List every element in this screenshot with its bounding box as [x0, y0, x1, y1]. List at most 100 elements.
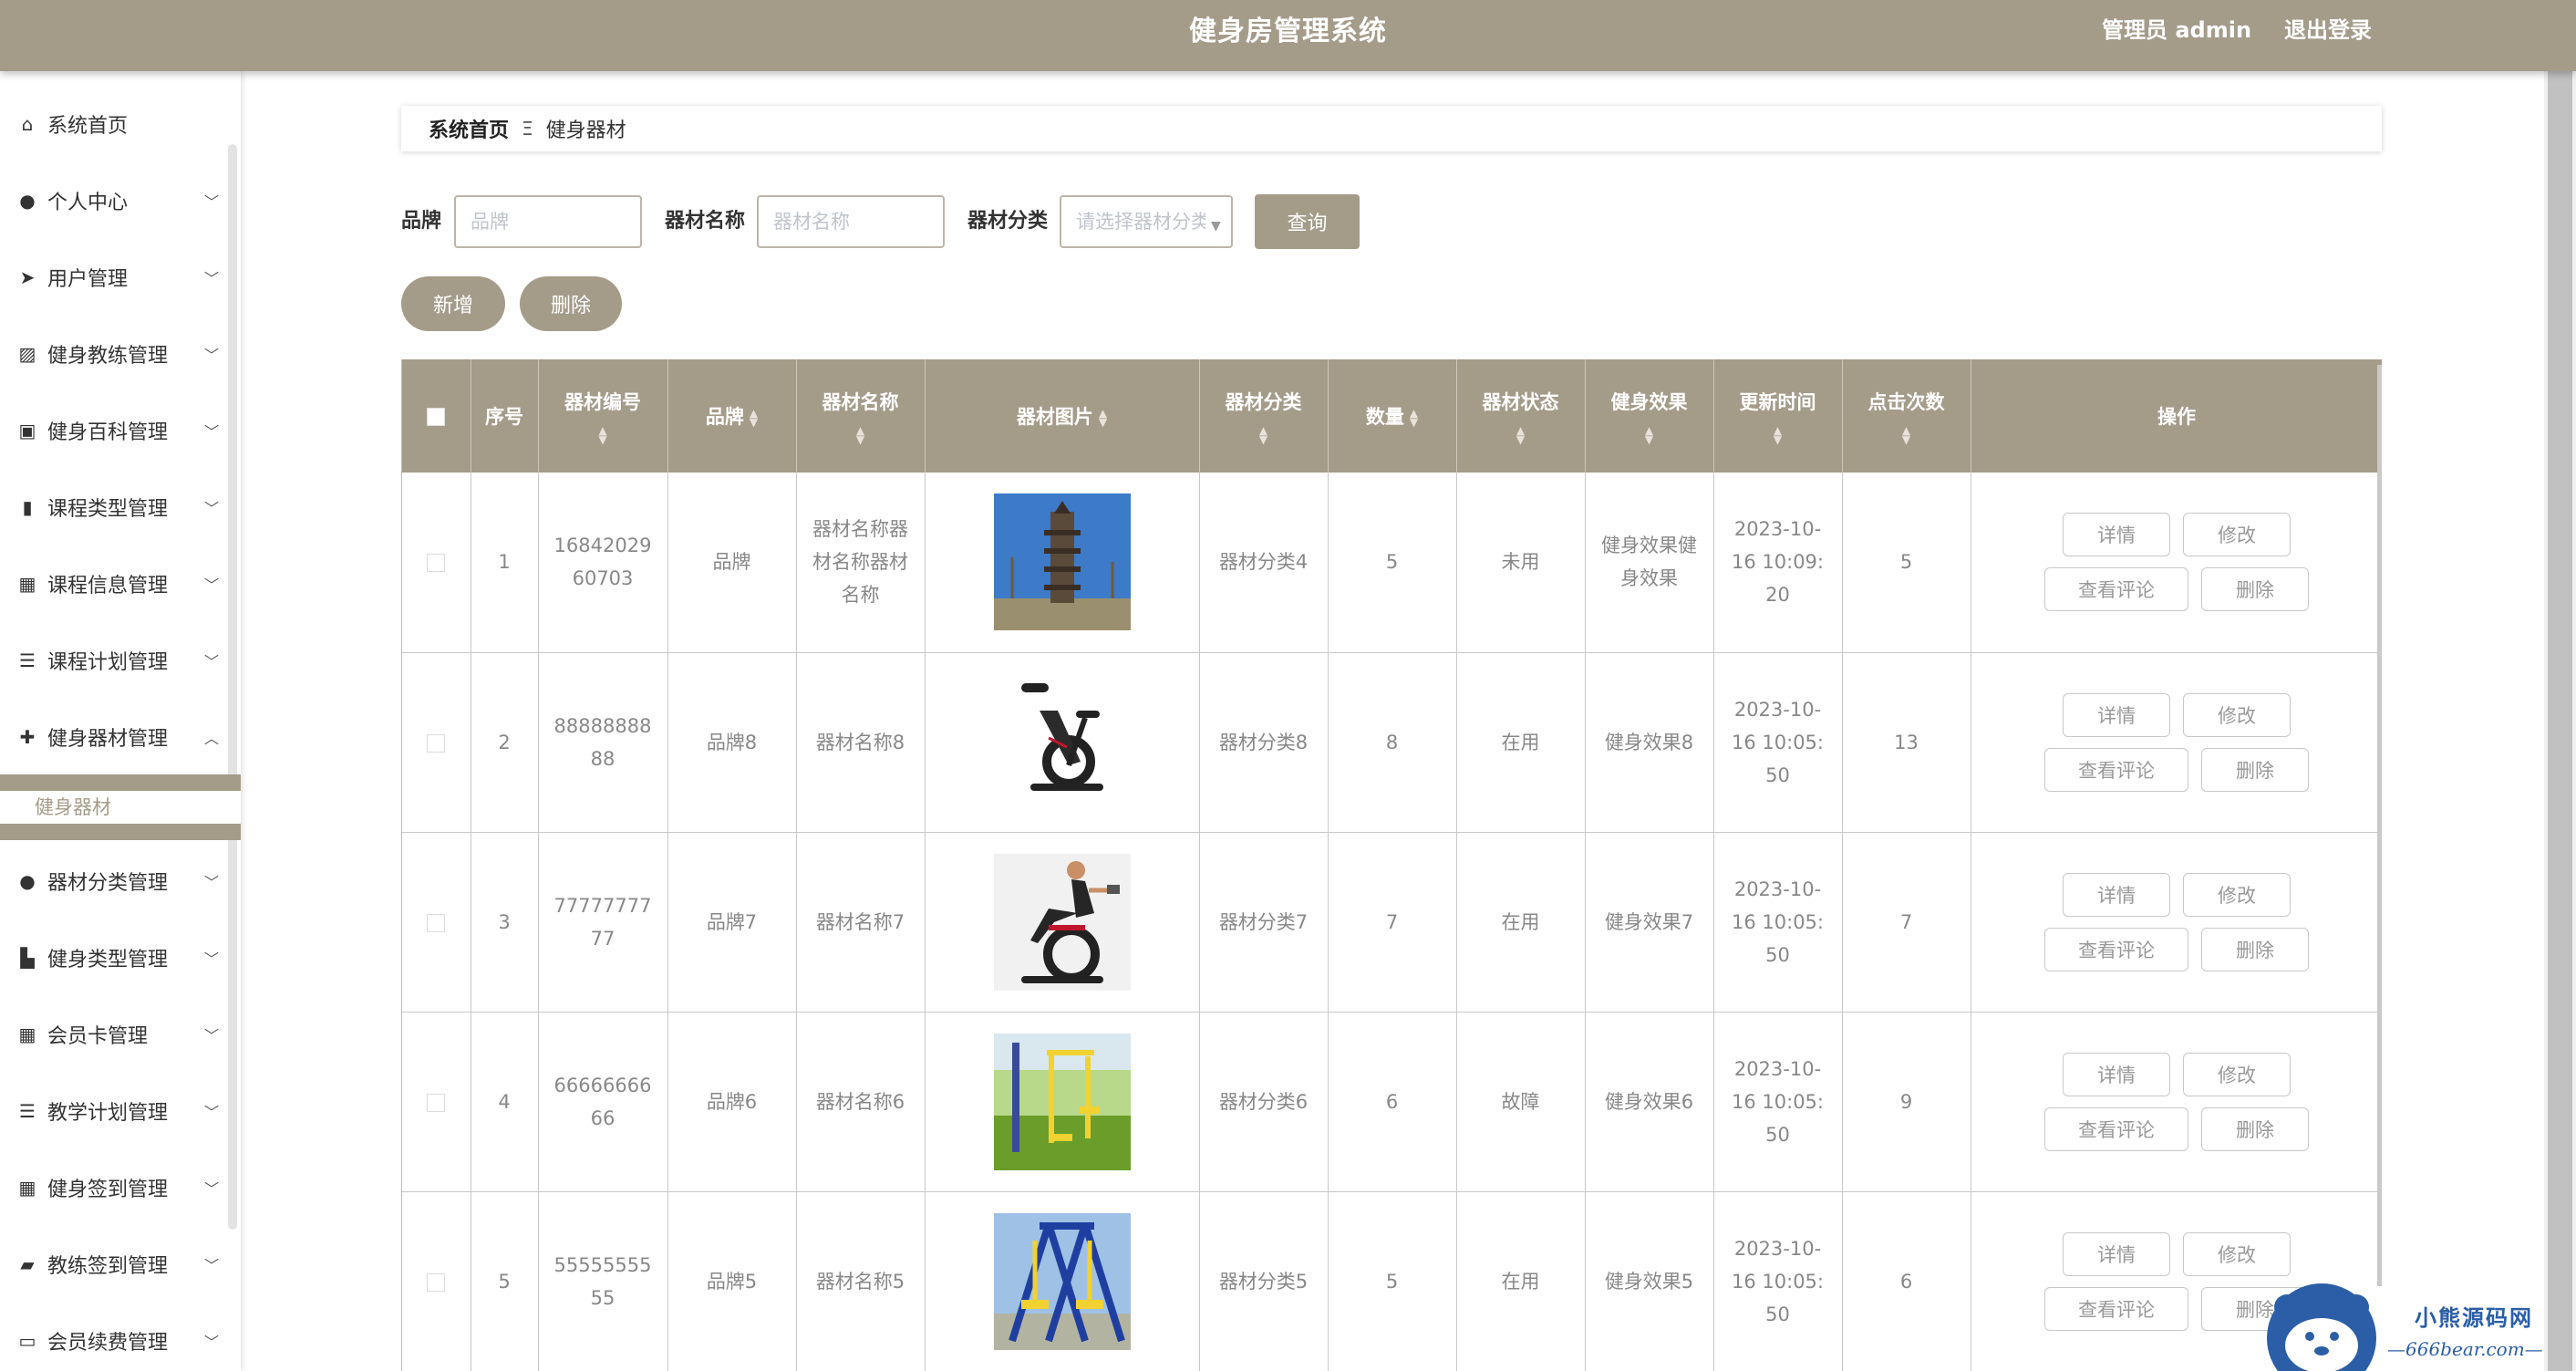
- sidebar-item-6[interactable]: ▮ 课程类型管理 ﹀: [0, 480, 228, 535]
- sidebar-item-label: 器材分类管理: [47, 872, 169, 895]
- sidebar-item-13[interactable]: ☰ 教学计划管理 ﹀: [0, 1084, 228, 1138]
- sort-icon[interactable]: ▲ ▼: [1410, 408, 1418, 428]
- edit-button[interactable]: 修改: [2183, 872, 2291, 917]
- cell-code: 8888888888: [538, 652, 668, 833]
- col-header[interactable]: 点击次数 ▲ ▼: [1842, 359, 1971, 473]
- cell-click-count: 9: [1842, 1012, 1971, 1192]
- col-header[interactable]: 数量 ▲ ▼: [1328, 359, 1457, 473]
- sort-icon[interactable]: ▲ ▼: [1457, 425, 1585, 445]
- detail-button[interactable]: 详情: [2063, 1231, 2170, 1276]
- edit-button[interactable]: 修改: [2183, 513, 2291, 557]
- row-delete-button[interactable]: 删除: [2201, 1106, 2309, 1151]
- sort-icon[interactable]: ▲ ▼: [1586, 425, 1713, 445]
- sidebar-item-4[interactable]: ▨ 健身教练管理 ﹀: [0, 327, 228, 381]
- chevron-down-icon: ﹀: [204, 347, 220, 364]
- col-header[interactable]: 健身效果 ▲ ▼: [1585, 359, 1714, 473]
- sidebar-item-9[interactable]: ✚ 健身器材管理 ︿: [0, 710, 228, 764]
- row-delete-button[interactable]: 删除: [2201, 567, 2309, 612]
- sidebar-item-16[interactable]: ▭ 会员续费管理 ﹀: [0, 1314, 228, 1368]
- batch-delete-button[interactable]: 删除: [520, 276, 622, 331]
- equipment-table: 序号 器材编号 ▲ ▼ 品牌 ▲ ▼ 器材名称 ▲ ▼ 器材图片 ▲ ▼ 器材分类 ▲ ▼ 数量 ▲ ▼…: [401, 359, 2382, 1371]
- col-header[interactable]: 器材分类 ▲ ▼: [1199, 359, 1329, 473]
- sidebar-item-14[interactable]: ▦ 健身签到管理 ﹀: [0, 1160, 228, 1215]
- equipment-image[interactable]: [993, 1212, 1131, 1350]
- submenu-item-equipment[interactable]: 健身器材: [0, 791, 241, 824]
- sidebar-item-15[interactable]: ▰ 教练签到管理 ﹀: [0, 1237, 228, 1292]
- view-comments-button[interactable]: 查看评论: [2044, 927, 2188, 971]
- equipment-image[interactable]: [993, 1033, 1131, 1170]
- cell-code: 1684202960703: [538, 473, 668, 653]
- chevron-down-icon: ﹀: [204, 1180, 220, 1198]
- name-input[interactable]: [757, 195, 945, 248]
- logout-link[interactable]: 退出登录: [2284, 0, 2372, 60]
- sidebar-item-2[interactable]: ● 个人中心 ﹀: [0, 173, 228, 228]
- row-delete-button[interactable]: 删除: [2201, 927, 2309, 971]
- row-delete-button[interactable]: 删除: [2201, 747, 2309, 792]
- query-button[interactable]: 查询: [1255, 194, 1360, 249]
- sort-icon[interactable]: ▲ ▼: [1843, 425, 1971, 445]
- view-comments-button[interactable]: 查看评论: [2044, 1106, 2188, 1151]
- sort-icon[interactable]: ▲ ▼: [1714, 425, 1842, 445]
- equipment-image[interactable]: [993, 493, 1131, 631]
- equipment-image[interactable]: [993, 853, 1131, 991]
- row-checkbox[interactable]: [427, 1093, 446, 1112]
- detail-button[interactable]: 详情: [2063, 692, 2170, 737]
- sidebar-item-7[interactable]: ▦ 课程信息管理 ﹀: [0, 556, 228, 611]
- clipboard-icon: ▣: [18, 420, 36, 441]
- sidebar-item-11[interactable]: ▙ 健身类型管理 ﹀: [0, 930, 228, 985]
- chevron-down-icon: ▼: [1211, 219, 1221, 234]
- page-scrollbar-thumb[interactable]: [2548, 71, 2572, 1371]
- sidebar-item-label: 健身签到管理: [47, 1179, 169, 1201]
- sidebar-item-1[interactable]: ⌂ 系统首页: [0, 97, 228, 151]
- col-header[interactable]: 器材编号 ▲ ▼: [538, 359, 668, 473]
- select-all-checkbox[interactable]: [427, 408, 446, 426]
- sort-icon[interactable]: ▲ ▼: [1099, 408, 1107, 428]
- user-icon: ●: [19, 190, 36, 212]
- view-comments-button[interactable]: 查看评论: [2044, 1286, 2188, 1331]
- chevron-down-icon: ﹀: [204, 950, 220, 968]
- view-comments-button[interactable]: 查看评论: [2044, 747, 2188, 792]
- cell-actions: 详情 修改查看评论 删除: [1971, 652, 2382, 833]
- cell-click-count: 6: [1842, 1191, 1971, 1371]
- edit-button[interactable]: 修改: [2183, 1231, 2291, 1276]
- category-select[interactable]: [1060, 195, 1233, 248]
- equipment-image[interactable]: [993, 673, 1131, 811]
- col-header[interactable]: 更新时间 ▲ ▼: [1713, 359, 1843, 473]
- col-header[interactable]: 器材名称 ▲ ▼: [796, 359, 926, 473]
- sidebar-item-12[interactable]: ▦ 会员卡管理 ﹀: [0, 1007, 228, 1062]
- sidebar-item-10[interactable]: ● 器材分类管理 ﹀: [0, 854, 228, 909]
- sidebar-item-8[interactable]: ☰ 课程计划管理 ﹀: [0, 633, 228, 688]
- edit-button[interactable]: 修改: [2183, 1052, 2291, 1096]
- sidebar-item-3[interactable]: ➤ 用户管理 ﹀: [0, 250, 228, 305]
- cell-category: 器材分类6: [1199, 1012, 1329, 1192]
- page-scrollbar[interactable]: [2544, 71, 2576, 1371]
- sort-icon[interactable]: ▲ ▼: [750, 408, 758, 428]
- row-checkbox[interactable]: [427, 554, 446, 573]
- edit-button[interactable]: 修改: [2183, 692, 2291, 737]
- cell-quantity: 7: [1328, 832, 1457, 1013]
- row-checkbox[interactable]: [427, 733, 446, 753]
- col-header: 序号: [471, 359, 539, 473]
- cell-name: 器材名称5: [796, 1191, 926, 1371]
- detail-button[interactable]: 详情: [2063, 1052, 2170, 1096]
- breadcrumb-home[interactable]: 系统首页: [429, 114, 509, 143]
- breadcrumb-current: 健身器材: [545, 119, 626, 142]
- cell-image: [925, 473, 1200, 653]
- row-checkbox[interactable]: [427, 1272, 446, 1292]
- col-header[interactable]: 品牌 ▲ ▼: [667, 359, 797, 473]
- table-scrollbar[interactable]: [2377, 365, 2382, 1286]
- detail-button[interactable]: 详情: [2063, 513, 2170, 557]
- add-button[interactable]: 新增: [401, 276, 505, 331]
- col-header[interactable]: 器材图片 ▲ ▼: [925, 359, 1200, 473]
- sort-icon[interactable]: ▲ ▼: [539, 425, 667, 445]
- view-comments-button[interactable]: 查看评论: [2044, 567, 2188, 612]
- sidebar-scrollbar[interactable]: [228, 144, 237, 1230]
- sort-icon[interactable]: ▲ ▼: [797, 425, 925, 445]
- col-header[interactable]: 器材状态 ▲ ▼: [1456, 359, 1586, 473]
- grid-icon: ▦: [18, 573, 36, 595]
- detail-button[interactable]: 详情: [2063, 872, 2170, 917]
- row-checkbox[interactable]: [427, 913, 446, 932]
- brand-input[interactable]: [454, 195, 642, 248]
- sidebar-item-5[interactable]: ▣ 健身百科管理 ﹀: [0, 403, 228, 458]
- sort-icon[interactable]: ▲ ▼: [1200, 425, 1328, 445]
